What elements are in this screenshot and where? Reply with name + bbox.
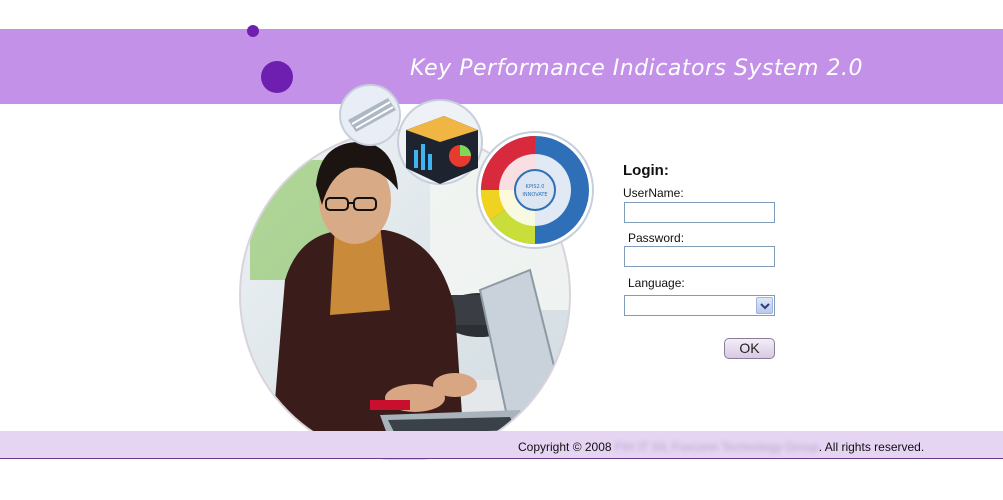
password-label: Password: <box>628 231 685 245</box>
username-input[interactable] <box>624 202 775 223</box>
password-input[interactable] <box>624 246 775 267</box>
rights-text: . All rights reserved. <box>818 440 925 454</box>
chevron-down-icon <box>760 303 770 310</box>
login-title: Login: <box>623 162 669 179</box>
ok-button[interactable]: OK <box>724 338 775 359</box>
language-dropdown-button[interactable] <box>756 297 773 314</box>
hero-illustration: KPIS2.0 INNOVATE <box>239 84 594 460</box>
kpi-innovation-wheel: KPIS2.0 INNOVATE <box>476 131 594 249</box>
copyright-prefix: Copyright © 2008 <box>518 440 612 454</box>
username-label: UserName: <box>623 186 684 200</box>
server-bubble <box>339 84 401 146</box>
decorative-dot-small <box>247 25 259 37</box>
language-select[interactable] <box>624 295 775 316</box>
svg-text:KPIS2.0: KPIS2.0 <box>526 184 545 190</box>
analytics-cube-bubble <box>397 99 483 185</box>
page-title: Key Performance Indicators System 2.0 <box>410 56 863 81</box>
svg-text:INNOVATE: INNOVATE <box>522 192 547 198</box>
language-label: Language: <box>628 276 685 290</box>
company-name: FIH IT SIL Foxconn Technology Group <box>614 440 819 454</box>
copyright-notice: Copyright © 2008 FIH IT SIL Foxconn Tech… <box>518 440 924 454</box>
